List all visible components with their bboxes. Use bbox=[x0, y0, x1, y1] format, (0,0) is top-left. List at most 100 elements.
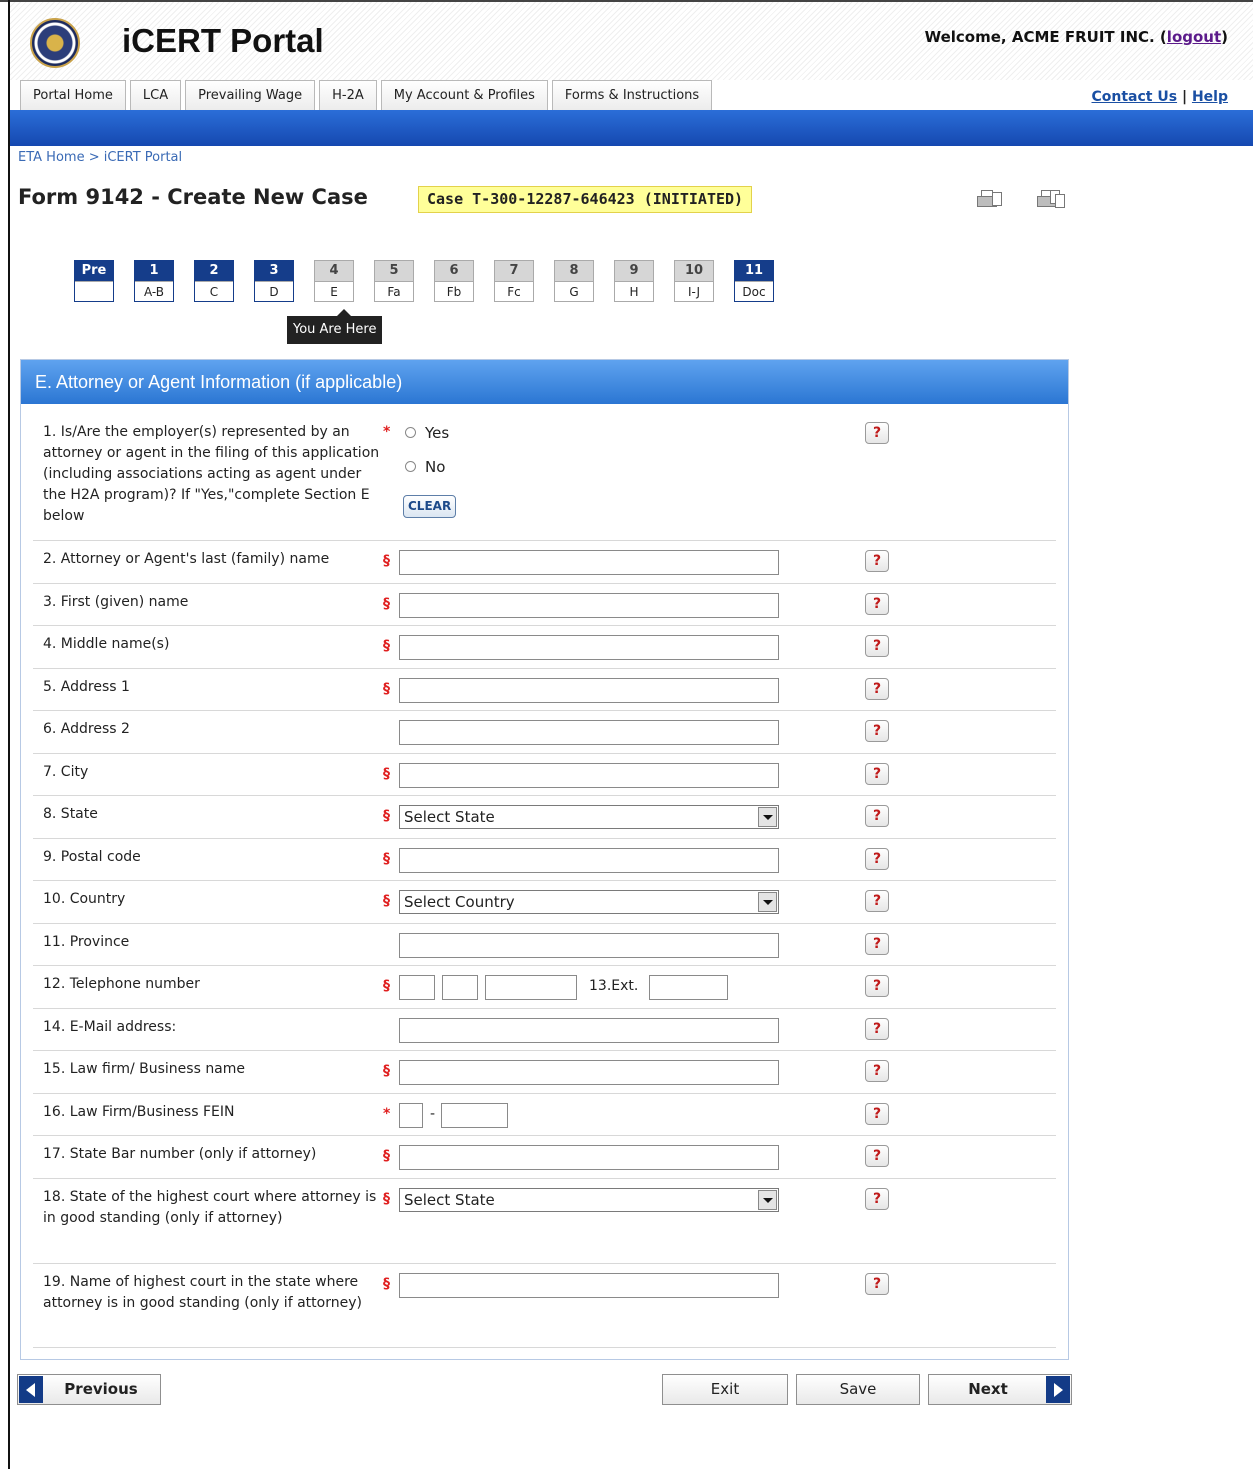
address-2-input[interactable] bbox=[399, 720, 779, 745]
step-8[interactable]: 8G bbox=[554, 260, 594, 302]
arrow-left-icon bbox=[19, 1376, 43, 1403]
required-mark: § bbox=[383, 766, 390, 782]
nav-tab-portal-home[interactable]: Portal Home bbox=[20, 80, 126, 110]
nav-tab-prevailing-wage[interactable]: Prevailing Wage bbox=[185, 80, 316, 110]
middle-name-input[interactable] bbox=[399, 635, 779, 660]
radio-yes-label: Yes bbox=[425, 424, 450, 442]
clear-button[interactable]: CLEAR bbox=[403, 495, 457, 518]
main-nav: Portal Home LCA Prevailing Wage H-2A My … bbox=[20, 80, 713, 110]
step-3[interactable]: 3D bbox=[254, 260, 294, 302]
help-icon[interactable]: ? bbox=[865, 975, 889, 997]
field-label: 6. Address 2 bbox=[43, 721, 130, 737]
step-5[interactable]: 5 Fa bbox=[374, 260, 414, 302]
field-row-court-state: 18. State of the highest court where att… bbox=[33, 1179, 1056, 1264]
step-9[interactable]: 9H bbox=[614, 260, 654, 302]
step-pre[interactable]: Pre bbox=[74, 260, 114, 302]
radio-no[interactable]: No bbox=[405, 458, 445, 476]
step-7[interactable]: 7 Fc bbox=[494, 260, 534, 302]
field-label: 8. State bbox=[43, 806, 98, 822]
fein-prefix-input[interactable] bbox=[399, 1103, 423, 1128]
question-1-row: 1. Is/Are the employer(s) represented by… bbox=[33, 406, 1056, 541]
radio-no-circle[interactable] bbox=[405, 461, 416, 472]
step-2[interactable]: 2C bbox=[194, 260, 234, 302]
field-label: 10. Country bbox=[43, 891, 126, 907]
help-link[interactable]: Help bbox=[1192, 89, 1228, 105]
previous-button[interactable]: Previous bbox=[17, 1374, 161, 1405]
field-label: 18. State of the highest court where att… bbox=[43, 1189, 377, 1226]
nav-tab-lca[interactable]: LCA bbox=[129, 80, 182, 110]
dropdown-arrow-icon[interactable] bbox=[758, 807, 777, 827]
state-bar-number-input[interactable] bbox=[399, 1145, 779, 1170]
field-row-court-name: 19. Name of highest court in the state w… bbox=[33, 1264, 1056, 1348]
help-icon[interactable]: ? bbox=[865, 422, 889, 444]
logout-link[interactable]: logout bbox=[1167, 28, 1221, 46]
help-icon[interactable]: ? bbox=[865, 1273, 889, 1295]
country-select[interactable]: Select Country bbox=[399, 890, 779, 914]
help-icon[interactable]: ? bbox=[865, 678, 889, 700]
help-icon[interactable]: ? bbox=[865, 635, 889, 657]
field-label: 9. Postal code bbox=[43, 849, 141, 865]
nav-tab-forms[interactable]: Forms & Instructions bbox=[551, 80, 713, 110]
postal-code-input[interactable] bbox=[399, 848, 779, 873]
required-mark: § bbox=[383, 808, 390, 824]
required-mark: § bbox=[383, 893, 390, 909]
field-row-address-1: 5. Address 1 § ? bbox=[33, 669, 1056, 711]
email-input[interactable] bbox=[399, 1018, 779, 1043]
save-button[interactable]: Save bbox=[796, 1374, 920, 1405]
step-11[interactable]: 11 Doc bbox=[734, 260, 774, 302]
address-1-input[interactable] bbox=[399, 678, 779, 703]
exit-button[interactable]: Exit bbox=[662, 1374, 788, 1405]
nav-tab-h2a[interactable]: H-2A bbox=[319, 80, 377, 110]
court-state-select[interactable]: Select State bbox=[399, 1188, 779, 1212]
next-button[interactable]: Next bbox=[928, 1374, 1072, 1405]
phone-extension-input[interactable] bbox=[649, 975, 728, 1000]
nav-tab-my-account[interactable]: My Account & Profiles bbox=[380, 80, 548, 110]
step-10[interactable]: 10 I-J bbox=[674, 260, 714, 302]
field-label: 14. E-Mail address: bbox=[43, 1019, 177, 1035]
fein-suffix-input[interactable] bbox=[441, 1103, 508, 1128]
step-4-current[interactable]: 4E bbox=[314, 260, 354, 302]
help-icon[interactable]: ? bbox=[865, 848, 889, 870]
last-name-input[interactable] bbox=[399, 550, 779, 575]
help-icon[interactable]: ? bbox=[865, 1018, 889, 1040]
help-icon[interactable]: ? bbox=[865, 1060, 889, 1082]
help-icon[interactable]: ? bbox=[865, 1145, 889, 1167]
city-input[interactable] bbox=[399, 763, 779, 788]
dropdown-arrow-icon[interactable] bbox=[758, 1190, 777, 1210]
help-icon[interactable]: ? bbox=[865, 720, 889, 742]
help-icon[interactable]: ? bbox=[865, 550, 889, 572]
print-page-icon[interactable] bbox=[977, 190, 1003, 208]
step-1[interactable]: 1 A-B bbox=[134, 260, 174, 302]
phone-area-code-input[interactable] bbox=[399, 975, 435, 1000]
state-select[interactable]: Select State bbox=[399, 805, 779, 829]
help-icon[interactable]: ? bbox=[865, 593, 889, 615]
phone-prefix-input[interactable] bbox=[442, 975, 478, 1000]
step-6[interactable]: 6 Fb bbox=[434, 260, 474, 302]
required-mark: § bbox=[383, 681, 390, 697]
dropdown-arrow-icon[interactable] bbox=[758, 892, 777, 912]
blue-banner bbox=[10, 110, 1253, 146]
court-name-input[interactable] bbox=[399, 1273, 779, 1298]
contact-us-link[interactable]: Contact Us bbox=[1092, 89, 1178, 105]
field-label: 5. Address 1 bbox=[43, 679, 130, 695]
field-row-country: 10. Country § Select Country ? bbox=[33, 881, 1056, 924]
business-name-input[interactable] bbox=[399, 1060, 779, 1085]
breadcrumb[interactable]: ETA Home > iCERT Portal bbox=[18, 150, 182, 165]
help-icon[interactable]: ? bbox=[865, 933, 889, 955]
field-row-business-name: 15. Law firm/ Business name § ? bbox=[33, 1051, 1056, 1094]
welcome-prefix: Welcome, ACME FRUIT INC. ( bbox=[924, 28, 1167, 46]
province-input[interactable] bbox=[399, 933, 779, 958]
help-icon[interactable]: ? bbox=[865, 1188, 889, 1210]
field-row-city: 7. City § ? bbox=[33, 754, 1056, 796]
help-icon[interactable]: ? bbox=[865, 890, 889, 912]
help-icon[interactable]: ? bbox=[865, 805, 889, 827]
radio-yes[interactable]: Yes bbox=[405, 424, 449, 442]
first-name-input[interactable] bbox=[399, 593, 779, 618]
radio-yes-circle[interactable] bbox=[405, 427, 416, 438]
previous-button-label: Previous bbox=[64, 1380, 138, 1398]
print-all-icon[interactable] bbox=[1037, 190, 1065, 208]
help-icon[interactable]: ? bbox=[865, 1103, 889, 1125]
field-label: 4. Middle name(s) bbox=[43, 636, 170, 652]
help-icon[interactable]: ? bbox=[865, 763, 889, 785]
phone-line-input[interactable] bbox=[485, 975, 577, 1000]
